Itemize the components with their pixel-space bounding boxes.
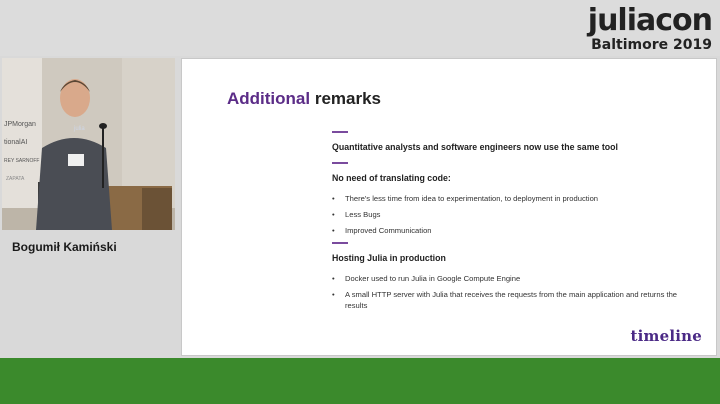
section-3: Hosting Julia in production Docker used …	[332, 242, 692, 311]
list-item: There's less time from idea to experimen…	[332, 193, 692, 204]
slide-title-rest: remarks	[314, 89, 382, 108]
section-divider	[332, 131, 348, 133]
juliacon-logo: juliacon Baltimore 2019	[587, 3, 713, 54]
bullet-list: There's less time from idea to experimen…	[332, 193, 692, 236]
logo-wordmark: juliacon	[587, 3, 713, 38]
slide-content: Quantitative analysts and software engin…	[332, 131, 692, 316]
logo-word-julia: julia	[587, 3, 656, 38]
section-1: Quantitative analysts and software engin…	[332, 131, 692, 152]
slide-title: Additional remarks	[227, 89, 381, 109]
list-item: A small HTTP server with Julia that rece…	[332, 289, 692, 311]
section-divider	[332, 242, 348, 244]
bottom-band	[0, 358, 720, 404]
sponsor-label-2: tionalAI	[4, 139, 27, 146]
section-heading: No need of translating code:	[332, 173, 451, 183]
sponsor-label-4: ZAPATA	[6, 176, 25, 182]
timeline-logo: timeline	[630, 327, 702, 345]
bullet-list: Docker used to run Julia in Google Compu…	[332, 273, 692, 311]
logo-subtitle: Baltimore 2019	[591, 37, 712, 53]
list-item: Docker used to run Julia in Google Compu…	[332, 273, 692, 284]
slide-title-accent: Additional	[227, 89, 311, 108]
speaker-video: JPMorgan tionalAI REY SARNOFF ZAPATA jul…	[2, 58, 175, 230]
section-heading: Hosting Julia in production	[332, 253, 446, 263]
sponsor-label-1: JPMorgan	[4, 121, 36, 128]
section-heading: Quantitative analysts and software engin…	[332, 142, 618, 152]
presentation-slide: Additional remarks Quantitative analysts…	[181, 58, 717, 356]
logo-word-con: con	[655, 3, 713, 38]
sponsor-label-3: REY SARNOFF	[4, 158, 39, 164]
speaker-name: Bogumił Kamiński	[12, 240, 117, 254]
speaker-video-frame: JPMorgan tionalAI REY SARNOFF ZAPATA jul…	[2, 58, 175, 230]
list-item: Improved Communication	[332, 225, 692, 236]
section-2: No need of translating code: There's les…	[332, 162, 692, 236]
section-divider	[332, 162, 348, 164]
shirt-logo: julia	[73, 126, 85, 132]
list-item: Less Bugs	[332, 209, 692, 220]
